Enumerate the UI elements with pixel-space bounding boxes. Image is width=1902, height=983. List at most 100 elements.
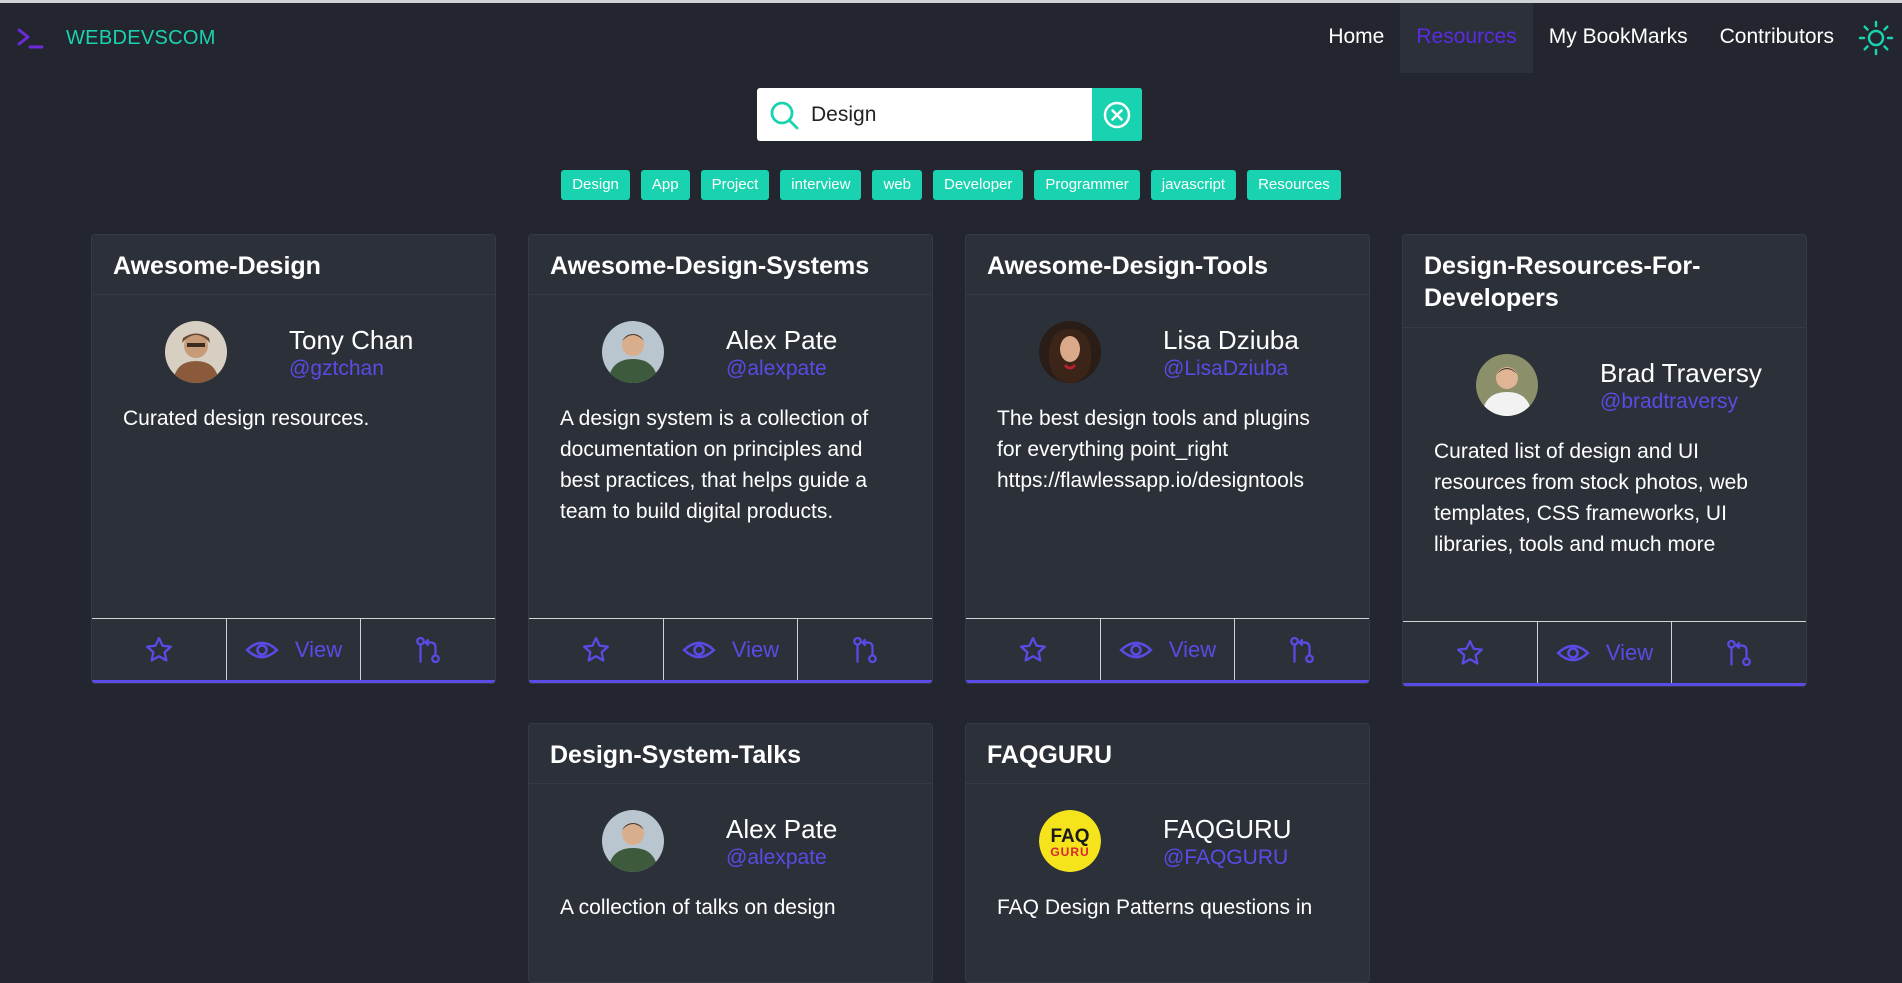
card-description: FAQ Design Patterns questions in <box>997 896 1313 919</box>
view-label: View <box>1605 639 1654 665</box>
tag-web[interactable]: web <box>872 170 922 200</box>
card-actions: View <box>1403 621 1806 686</box>
card-author: Brad Traversy @bradtraversy <box>1403 328 1806 436</box>
view-button[interactable]: View <box>1536 622 1672 683</box>
nav-contributors[interactable]: Contributors <box>1704 3 1850 73</box>
card-actions: View <box>966 618 1369 683</box>
repo-button[interactable] <box>797 619 932 680</box>
view-button[interactable]: View <box>225 619 361 680</box>
brand-link[interactable]: WEBDEVSCOM <box>16 23 216 53</box>
card-author: FAQ GURU FAQGURU @FAQGURU <box>966 784 1369 892</box>
clear-search-button[interactable] <box>1092 88 1142 141</box>
author-name: Brad Traversy <box>1600 358 1762 388</box>
author-name: Lisa Dziuba <box>1163 325 1299 355</box>
tag-project[interactable]: Project <box>700 170 770 200</box>
author-handle[interactable]: @FAQGURU <box>1163 846 1288 870</box>
close-circle-icon <box>1103 101 1131 128</box>
card-actions: View <box>529 618 932 683</box>
avatar[interactable] <box>1039 321 1101 383</box>
eye-icon <box>1556 644 1590 661</box>
tag-design[interactable]: Design <box>561 170 630 200</box>
navbar: WEBDEVSCOM Home Resources My BookMarks C… <box>0 3 1902 73</box>
bookmark-button[interactable] <box>92 619 226 680</box>
nav-resources[interactable]: Resources <box>1400 3 1533 73</box>
card-title: Design-Resources-For-Developers <box>1424 252 1701 312</box>
avatar[interactable] <box>1476 354 1538 416</box>
tag-list: Design App Project interview web Develop… <box>0 170 1902 200</box>
star-icon <box>582 636 609 662</box>
nav-home[interactable]: Home <box>1312 3 1400 73</box>
resource-card: Design-Resources-For-Developers Brad Tra… <box>1402 234 1807 687</box>
author-handle[interactable]: @LisaDziuba <box>1163 357 1288 381</box>
view-label: View <box>1168 636 1217 662</box>
eye-icon <box>1119 641 1153 658</box>
bookmark-button[interactable] <box>1403 622 1537 683</box>
search-icon <box>770 101 799 130</box>
card-author: Alex Pate @alexpate <box>529 295 932 403</box>
resource-card: FAQGURU FAQ GURU FAQGURU @FAQGURU FAQ De… <box>965 723 1370 983</box>
card-title: FAQGURU <box>987 741 1112 769</box>
resource-card: Design-System-Talks Alex Pate @alexpate … <box>528 723 933 983</box>
card-title: Design-System-Talks <box>550 741 802 769</box>
search-input[interactable] <box>811 88 1081 141</box>
card-title: Awesome-Design <box>113 252 321 280</box>
star-icon <box>145 636 172 662</box>
card-author: Tony Chan @gztchan <box>92 295 495 403</box>
card-description: A design system is a collection of docum… <box>560 407 869 523</box>
card-description: A collection of talks on design <box>560 896 836 919</box>
resource-card: Awesome-Design Tony Chan @gztchan Curate… <box>91 234 496 684</box>
tag-javascript[interactable]: javascript <box>1150 170 1237 200</box>
card-description: Curated list of design and UI resources … <box>1434 440 1748 556</box>
star-icon <box>1456 639 1483 665</box>
repo-button[interactable] <box>360 619 495 680</box>
tag-interview[interactable]: interview <box>780 170 862 200</box>
bookmark-button[interactable] <box>529 619 663 680</box>
repo-button[interactable] <box>1671 622 1806 683</box>
git-pull-request-icon <box>1727 639 1752 666</box>
card-author: Alex Pate @alexpate <box>529 784 932 892</box>
author-handle[interactable]: @alexpate <box>726 357 827 381</box>
sun-icon[interactable] <box>1858 20 1894 56</box>
tag-programmer[interactable]: Programmer <box>1034 170 1140 200</box>
resource-card: Awesome-Design-Systems Alex Pate @alexpa… <box>528 234 933 684</box>
author-name: Alex Pate <box>726 325 838 355</box>
eye-icon <box>682 641 716 658</box>
avatar[interactable]: FAQ GURU <box>1039 810 1101 872</box>
terminal-icon <box>17 28 44 49</box>
avatar[interactable] <box>602 810 664 872</box>
git-pull-request-icon <box>416 636 441 663</box>
brand-name: WEBDEVSCOM <box>66 26 216 49</box>
card-description: Curated design resources. <box>123 407 370 430</box>
git-pull-request-icon <box>1290 636 1315 663</box>
avatar[interactable] <box>165 321 227 383</box>
tag-app[interactable]: App <box>640 170 690 200</box>
search-box <box>757 88 1142 141</box>
git-pull-request-icon <box>853 636 878 663</box>
svg-text:FAQ: FAQ <box>1050 826 1089 847</box>
tag-developer[interactable]: Developer <box>933 170 1024 200</box>
repo-button[interactable] <box>1234 619 1369 680</box>
view-button[interactable]: View <box>1099 619 1235 680</box>
card-actions: View <box>92 618 495 683</box>
view-label: View <box>294 636 343 662</box>
nav-bookmarks[interactable]: My BookMarks <box>1533 3 1704 73</box>
author-handle[interactable]: @bradtraversy <box>1600 390 1738 414</box>
star-icon <box>1019 636 1046 662</box>
card-title: Awesome-Design-Systems <box>550 252 870 280</box>
author-handle[interactable]: @alexpate <box>726 846 827 870</box>
author-name: FAQGURU <box>1163 814 1292 844</box>
card-author: Lisa Dziuba @LisaDziuba <box>966 295 1369 403</box>
card-description: The best design tools and plugins for ev… <box>997 407 1310 492</box>
avatar[interactable] <box>602 321 664 383</box>
resource-card: Awesome-Design-Tools Lisa Dziuba @LisaDz… <box>965 234 1370 684</box>
tag-resources[interactable]: Resources <box>1247 170 1341 200</box>
nav-links: Home Resources My BookMarks Contributors <box>1312 3 1850 73</box>
eye-icon <box>245 641 279 658</box>
view-button[interactable]: View <box>662 619 798 680</box>
author-name: Tony Chan <box>289 325 414 355</box>
author-handle[interactable]: @gztchan <box>289 357 384 381</box>
svg-text:GURU: GURU <box>1050 845 1089 859</box>
author-name: Alex Pate <box>726 814 838 844</box>
bookmark-button[interactable] <box>966 619 1100 680</box>
card-title: Awesome-Design-Tools <box>987 252 1269 280</box>
